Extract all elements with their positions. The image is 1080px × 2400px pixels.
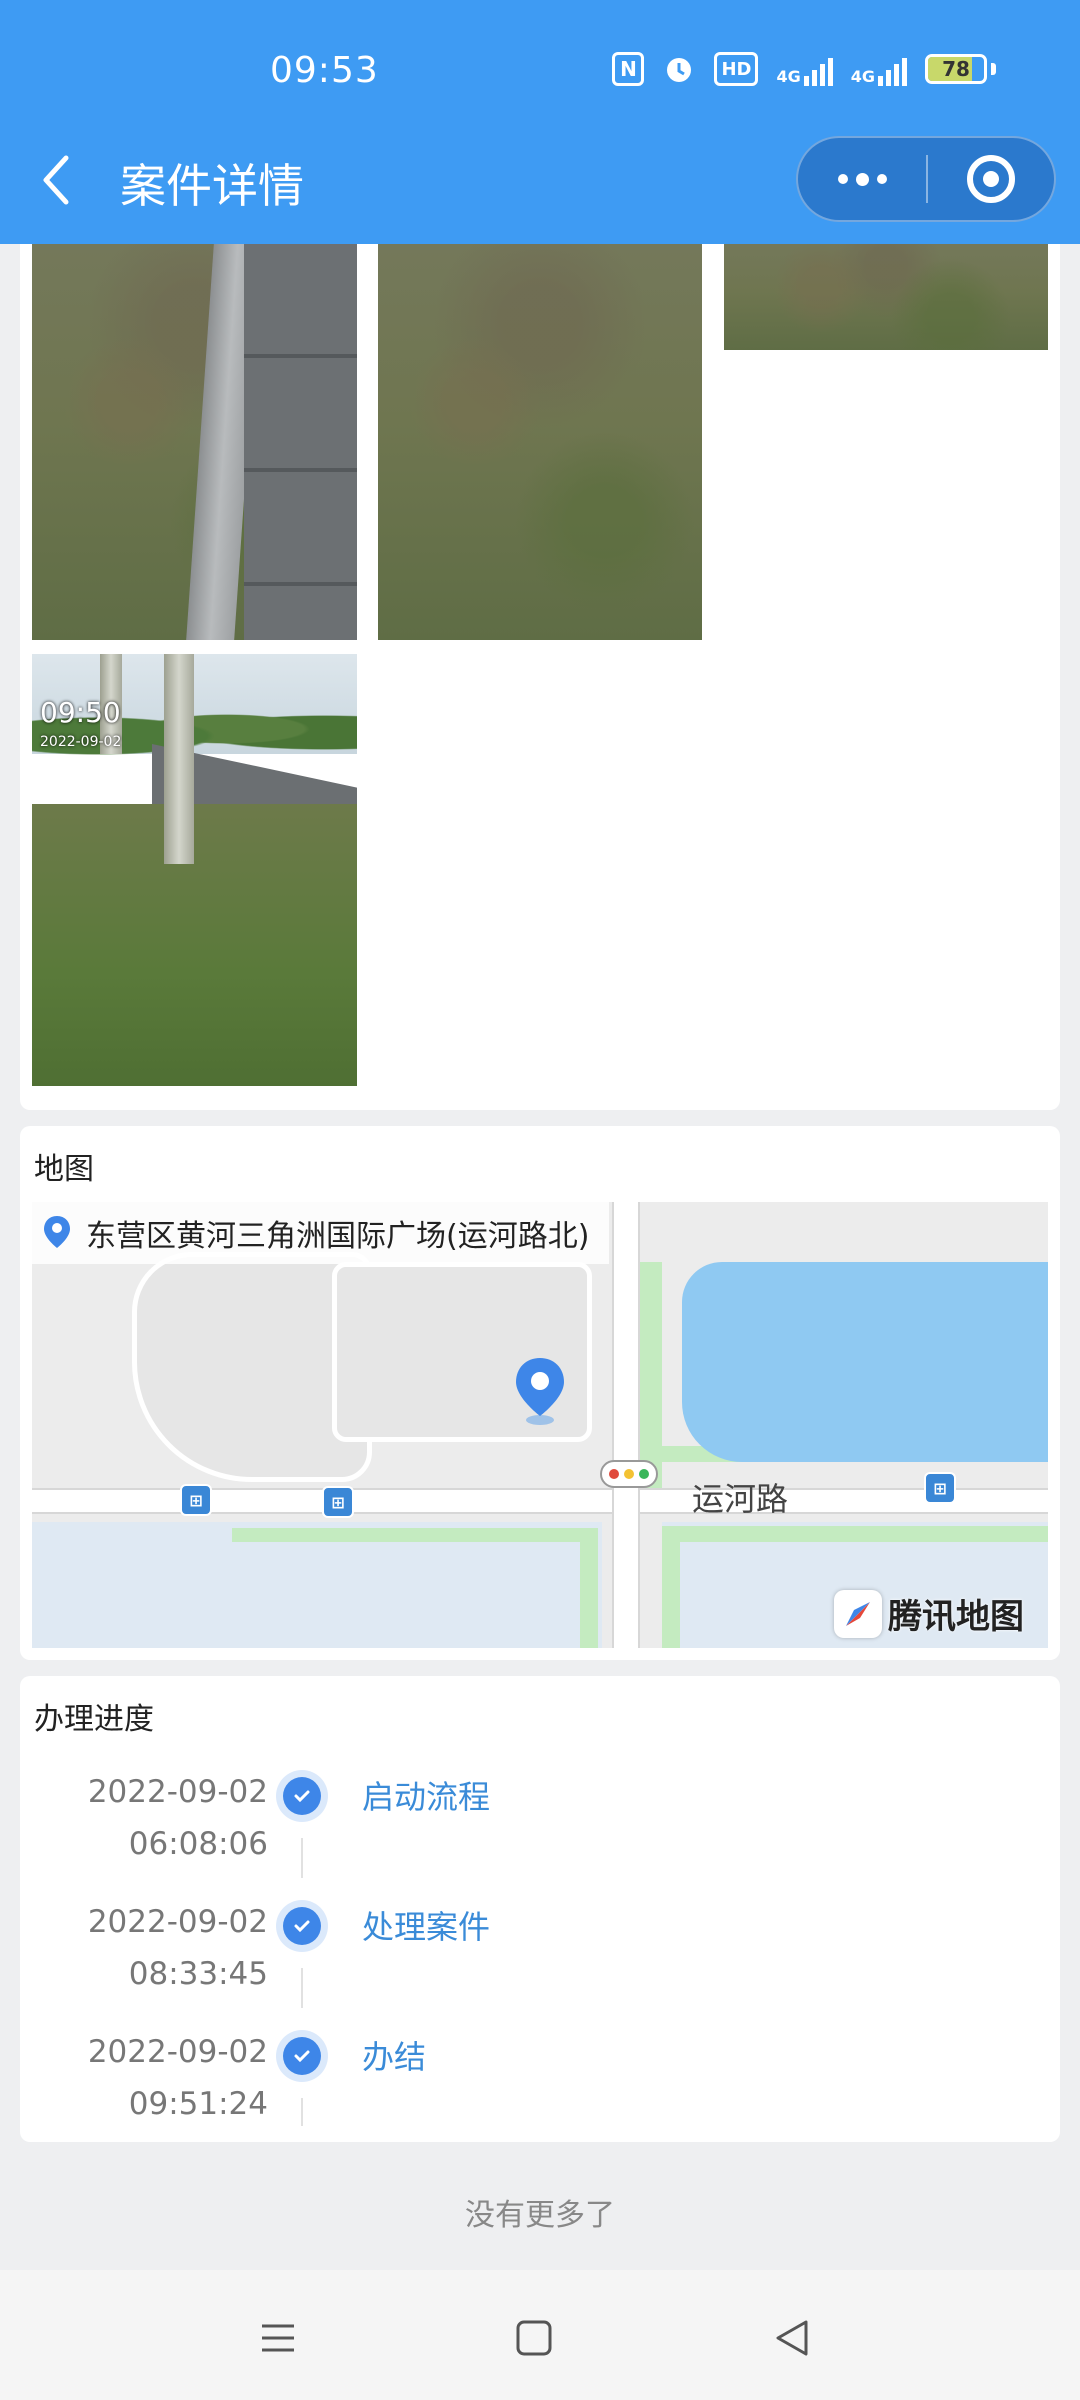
photo-watermark-time: 09:50 — [40, 696, 121, 729]
back-system-button[interactable] — [762, 2308, 822, 2368]
progress-card: 办理进度 2022-09-02 06:08:06 启动流程 2022-09-02… — [20, 1676, 1060, 2142]
status-time: 09:53 — [270, 50, 379, 91]
timeline-item: 2022-09-02 08:33:45 处理案件 — [20, 1896, 1060, 2026]
timeline-label[interactable]: 处理案件 — [362, 1902, 490, 1948]
case-photo[interactable] — [378, 244, 702, 640]
location-pin-icon[interactable] — [512, 1354, 568, 1430]
system-nav-bar — [0, 2270, 1080, 2400]
battery-icon: 78 — [925, 54, 987, 84]
timeline-item: 2022-09-02 09:51:24 办结 — [20, 2026, 1060, 2156]
photo-watermark-date: 2022-09-02 — [40, 734, 122, 750]
timeline-label[interactable]: 办结 — [362, 2032, 426, 2078]
check-circle-icon — [276, 2030, 328, 2082]
menu-icon — [262, 2324, 294, 2352]
nfc-icon: N — [612, 52, 645, 86]
timeline-label[interactable]: 启动流程 — [362, 1772, 490, 1818]
map-provider: 腾讯地图 — [888, 1597, 1024, 1637]
timeline-datetime: 2022-09-02 06:08:06 — [87, 1774, 268, 1862]
photos-card: 09:50 2022-09-02 — [20, 244, 1060, 1110]
timeline-datetime: 2022-09-02 09:51:24 — [87, 2034, 268, 2122]
map-view[interactable]: ⊞ ⊞ ⊞ 运河路 东营区黄河三角洲国际广场(运河路北) 腾讯地图 — [32, 1202, 1048, 1648]
more-button[interactable] — [798, 138, 926, 220]
progress-section-title: 办理进度 — [34, 1702, 154, 1737]
map-address-text: 东营区黄河三角洲国际广场(运河路北) — [86, 1219, 590, 1254]
back-button[interactable] — [36, 150, 76, 210]
map-section-title: 地图 — [34, 1152, 94, 1187]
bus-stop-icon[interactable]: ⊞ — [322, 1486, 354, 1518]
home-square-icon — [516, 2320, 552, 2356]
hd-icon: HD — [714, 52, 759, 86]
location-pin-icon — [44, 1216, 70, 1248]
menu-button[interactable] — [248, 2308, 308, 2368]
home-button[interactable] — [504, 2308, 564, 2368]
map-card: 地图 ⊞ ⊞ ⊞ 运河路 东营区黄河三角洲国际广场(运河路北) 腾讯地图 — [20, 1126, 1060, 1660]
chevron-left-icon — [43, 155, 69, 205]
more-dots-icon — [837, 174, 848, 184]
no-more-text: 没有更多了 — [465, 2198, 615, 2233]
target-close-icon — [967, 155, 1015, 203]
case-photo[interactable]: 09:50 2022-09-02 — [32, 654, 357, 1086]
bus-stop-icon[interactable]: ⊞ — [924, 1472, 956, 1504]
road-label: 运河路 — [692, 1480, 789, 1518]
case-photo[interactable] — [32, 244, 357, 640]
signal-icon: 4G — [851, 52, 907, 86]
check-circle-icon — [276, 1770, 328, 1822]
traffic-light-icon — [600, 1460, 658, 1488]
map-address-bar[interactable]: 东营区黄河三角洲国际广场(运河路北) — [32, 1202, 610, 1264]
page-title: 案件详情 — [120, 159, 304, 213]
back-triangle-icon — [776, 2320, 808, 2356]
case-photo[interactable] — [724, 244, 1048, 350]
alarm-icon — [662, 52, 696, 86]
compass-icon — [834, 1589, 882, 1638]
signal-icon: 4G — [776, 52, 833, 86]
timeline-datetime: 2022-09-02 08:33:45 — [87, 1904, 268, 1992]
check-circle-icon — [276, 1900, 328, 1952]
timeline-item: 2022-09-02 06:08:06 启动流程 — [20, 1766, 1060, 1896]
bus-stop-icon[interactable]: ⊞ — [180, 1484, 212, 1516]
top-bar: 09:53 N HD 4G 4G 78 案件详情 — [0, 0, 1080, 244]
miniprogram-capsule — [796, 136, 1056, 222]
water-area — [682, 1262, 1048, 1462]
close-miniprogram-button[interactable] — [928, 138, 1054, 220]
tencent-map-logo: 腾讯地图 — [834, 1589, 1024, 1638]
status-icons: N HD 4G 4G 78 — [612, 52, 996, 86]
